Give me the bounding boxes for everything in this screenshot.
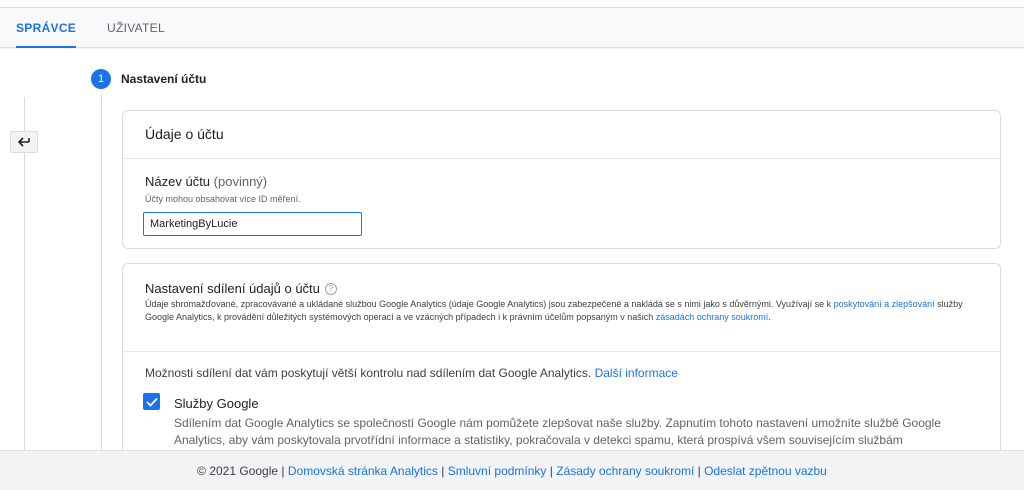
tab-uzivatel[interactable]: UŽIVATEL [107,8,165,48]
help-circle-icon[interactable]: ? [324,282,337,295]
step-number: 1 [91,69,111,89]
arrow-back-icon [18,137,30,147]
main-panel: 1 Nastavení účtu Údaje o účtu Název účtu… [0,49,1024,450]
sharing-options-text: Možnosti sdílení dat vám poskytují větší… [145,366,678,380]
field-help-text: Účty mohou obsahovat více ID měření. [145,194,301,204]
google-services-checkbox[interactable] [143,393,160,410]
more-text: Možnosti sdílení dat vám poskytují větší… [145,366,595,380]
divider [123,351,1000,352]
field-required-note: (povinný) [213,174,268,189]
privacy-policy-link[interactable]: zásadách ochrany soukromí [656,312,769,322]
check-icon [145,397,158,407]
learn-more-link[interactable]: Další informace [595,366,678,380]
footer-link-terms[interactable]: Smluvní podmínky [448,464,547,478]
sharing-title-text: Nastavení sdílení údajů o účtu [145,281,320,296]
step-title: Nastavení účtu [121,72,207,86]
account-name-label: Název účtu (povinný) [145,174,267,189]
card-title: Údaje o účtu [123,111,1000,159]
data-sharing-card: Nastavení sdílení údajů o účtu ? Údaje s… [122,263,1001,450]
footer-link-feedback[interactable]: Odeslat zpětnou vazbu [704,464,827,478]
desc-text-3: . [768,312,771,322]
sharing-title: Nastavení sdílení údajů o účtu ? [145,281,337,296]
footer: © 2021 Google | Domovská stránka Analyti… [0,450,1024,490]
back-button[interactable] [10,131,38,153]
field-label-text: Název účtu [145,174,211,189]
account-name-input[interactable] [143,212,362,236]
footer-separator: | [694,464,705,478]
top-strip [0,0,1024,8]
google-services-description: Sdílením dat Google Analytics se společn… [174,416,941,447]
step-line [101,94,102,450]
google-services-title: Služby Google [174,396,259,411]
footer-separator: | [437,464,448,478]
footer-link-analytics-home[interactable]: Domovská stránka Analytics [288,464,438,478]
sharing-description: Údaje shromažďované, zpracovávané a uklá… [145,298,981,324]
provide-improve-link[interactable]: poskytování a zlepšování [834,299,935,309]
tab-spravce[interactable]: SPRÁVCE [16,8,77,48]
footer-separator: | [278,464,288,478]
footer-link-privacy[interactable]: Zásady ochrany soukromí [556,464,694,478]
desc-text-1: Údaje shromažďované, zpracovávané a uklá… [145,299,834,309]
tab-bar: SPRÁVCE UŽIVATEL [0,8,1024,48]
copyright: © 2021 Google [197,464,279,478]
footer-separator: | [546,464,557,478]
account-details-card: Údaje o účtu Název účtu (povinný) Účty m… [122,110,1001,249]
